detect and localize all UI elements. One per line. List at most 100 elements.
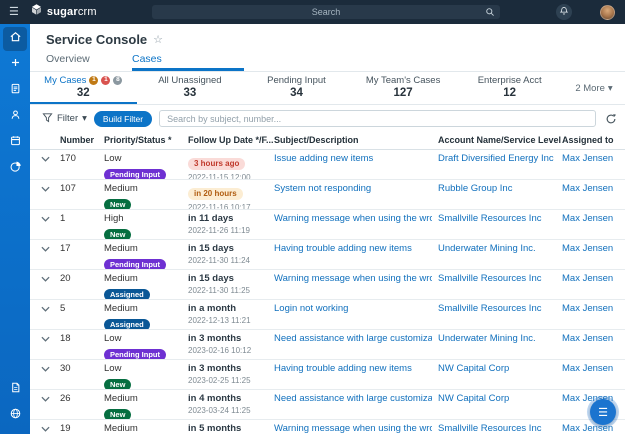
subject-cell: Warning message when using the wrong bro…	[274, 273, 438, 299]
notifications-button[interactable]	[556, 4, 572, 20]
case-row[interactable]: 30LowNewin 3 months2023-02-25 11:25Havin…	[30, 360, 625, 390]
case-subject-link[interactable]: Login not working	[274, 303, 432, 314]
account-link[interactable]: Smallville Resources Inc	[438, 423, 556, 433]
followup-text: in 3 months	[188, 363, 268, 374]
sidebar-home-button[interactable]	[3, 27, 27, 51]
row-expand-button[interactable]	[36, 423, 60, 433]
sidebar-calendar-button[interactable]	[3, 131, 27, 155]
filter-dropdown[interactable]: Filter ▾	[42, 112, 87, 126]
assigned-user-link[interactable]: Max Jensen	[562, 363, 619, 374]
case-filter-tab[interactable]: My Cases11832	[30, 72, 137, 104]
row-expand-button[interactable]	[36, 273, 60, 299]
assigned-user-link[interactable]: Max Jensen	[562, 153, 619, 164]
column-header[interactable]: Priority/Status *	[104, 132, 188, 149]
account-cell: NW Capital Corp	[438, 393, 562, 419]
case-subject-link[interactable]: Warning message when using the wrong bro…	[274, 273, 432, 284]
account-link[interactable]: Smallville Resources Inc	[438, 303, 556, 314]
build-filter-button[interactable]: Build Filter	[94, 111, 152, 127]
case-subject-link[interactable]: Having trouble adding new items	[274, 363, 432, 374]
sidebar-portal-button[interactable]	[3, 404, 27, 428]
row-expand-button[interactable]	[36, 363, 60, 389]
case-filter-tab[interactable]: My Team's Cases127	[350, 72, 457, 104]
column-header[interactable]: Subject/Description	[274, 132, 438, 149]
priority-status-cell: MediumNew	[104, 183, 188, 209]
case-row[interactable]: 170LowPending Input3 hours ago2022-11-15…	[30, 150, 625, 180]
case-search-input[interactable]	[159, 110, 596, 127]
subject-cell: Having trouble adding new items	[274, 363, 438, 389]
case-number: 170	[60, 153, 104, 179]
tab-cases[interactable]: Cases	[132, 50, 244, 71]
case-subject-link[interactable]: Need assistance with large customization	[274, 333, 432, 344]
account-link[interactable]: Smallville Resources Inc	[438, 213, 556, 224]
sugarcrm-logo[interactable]: sugarcrm	[30, 3, 97, 21]
account-link[interactable]: NW Capital Corp	[438, 393, 556, 404]
column-header[interactable]: Assigned to	[562, 132, 625, 149]
more-tabs-dropdown[interactable]: 2 More ▾	[563, 72, 625, 104]
account-link[interactable]: Smallville Resources Inc	[438, 273, 556, 284]
row-expand-button[interactable]	[36, 393, 60, 419]
refresh-icon[interactable]	[605, 113, 617, 125]
followup-cell: in a month2022-12-13 11:21	[188, 303, 274, 329]
column-header[interactable]: Number	[60, 132, 104, 149]
logo-wordmark: sugarcrm	[47, 6, 97, 18]
assigned-user-link[interactable]: Max Jensen	[562, 423, 619, 433]
calendar-icon	[9, 134, 22, 152]
row-expand-button[interactable]	[36, 213, 60, 239]
account-link[interactable]: Underwater Mining Inc.	[438, 243, 556, 254]
case-subject-link[interactable]: Need assistance with large customization	[274, 393, 432, 404]
column-header[interactable]: Follow Up Date */F...	[188, 132, 274, 149]
row-expand-button[interactable]	[36, 153, 60, 179]
account-link[interactable]: NW Capital Corp	[438, 363, 556, 374]
case-row[interactable]: 26MediumNewin 4 months2023-03-24 11:25Ne…	[30, 390, 625, 420]
row-expand-button[interactable]	[36, 333, 60, 359]
pie-chart-icon	[9, 160, 22, 178]
user-avatar[interactable]	[600, 5, 615, 20]
case-row[interactable]: 5MediumAssignedin a month2022-12-13 11:2…	[30, 300, 625, 330]
row-expand-button[interactable]	[36, 303, 60, 329]
account-link[interactable]: Rubble Group Inc	[438, 183, 556, 194]
sidebar-tasks-button[interactable]	[3, 79, 27, 103]
case-row[interactable]: 107MediumNewin 20 hours2022-11-16 10:17S…	[30, 180, 625, 210]
case-filter-tab[interactable]: All Unassigned33	[137, 72, 244, 104]
sidebar-create-button[interactable]	[3, 53, 27, 77]
sidebar-dashboards-button[interactable]	[3, 157, 27, 181]
followup-text: in a month	[188, 303, 268, 314]
case-number: 19	[60, 423, 104, 433]
case-number: 30	[60, 363, 104, 389]
assigned-user-link[interactable]: Max Jensen	[562, 213, 619, 224]
assigned-user-link[interactable]: Max Jensen	[562, 333, 619, 344]
global-search-input[interactable]: Search	[152, 5, 500, 19]
case-subject-link[interactable]: Warning message when using the wrong bro…	[274, 423, 432, 433]
assigned-user-link[interactable]: Max Jensen	[562, 183, 619, 194]
case-subject-link[interactable]: Issue adding new items	[274, 153, 432, 164]
case-row[interactable]: 20MediumAssignedin 15 days2022-11-30 11:…	[30, 270, 625, 300]
case-filter-tab[interactable]: Pending Input34	[243, 72, 350, 104]
account-link[interactable]: Underwater Mining Inc.	[438, 333, 556, 344]
case-subject-link[interactable]: System not responding	[274, 183, 432, 194]
row-expand-button[interactable]	[36, 243, 60, 269]
row-expand-button[interactable]	[36, 183, 60, 209]
assigned-user-link[interactable]: Max Jensen	[562, 273, 619, 284]
assigned-user-link[interactable]: Max Jensen	[562, 243, 619, 254]
sidebar-documents-button[interactable]	[3, 378, 27, 402]
assigned-user-link[interactable]: Max Jensen	[562, 303, 619, 314]
case-number: 26	[60, 393, 104, 419]
case-subject-link[interactable]: Warning message when using the wrong bro…	[274, 213, 432, 224]
case-row[interactable]: 17MediumPending Inputin 15 days2022-11-3…	[30, 240, 625, 270]
case-row[interactable]: 18LowPending Inputin 3 months2023-02-16 …	[30, 330, 625, 360]
account-link[interactable]: Draft Diversified Energy Inc	[438, 153, 556, 164]
case-row[interactable]: 19MediumNewin 5 months2023-04-24 11:25Wa…	[30, 420, 625, 433]
favorite-star-icon[interactable]: ☆	[153, 33, 163, 46]
case-row[interactable]: 1HighNewin 11 days2022-11-26 11:19Warnin…	[30, 210, 625, 240]
sidebar-nav	[0, 24, 30, 434]
account-cell: Smallville Resources Inc	[438, 423, 562, 433]
followup-date: 2022-11-15 12:00	[188, 173, 268, 179]
sidebar-contacts-button[interactable]	[3, 105, 27, 129]
tab-overview[interactable]: Overview	[46, 50, 132, 71]
priority-status-cell: MediumPending Input	[104, 243, 188, 269]
column-header[interactable]: Account Name/Service Level	[438, 132, 562, 149]
case-subject-link[interactable]: Having trouble adding new items	[274, 243, 432, 254]
case-filter-tab[interactable]: Enterprise Acct12	[456, 72, 563, 104]
menu-icon[interactable]: ☰	[9, 7, 19, 18]
shortcuts-fab[interactable]: ☰	[590, 399, 616, 425]
